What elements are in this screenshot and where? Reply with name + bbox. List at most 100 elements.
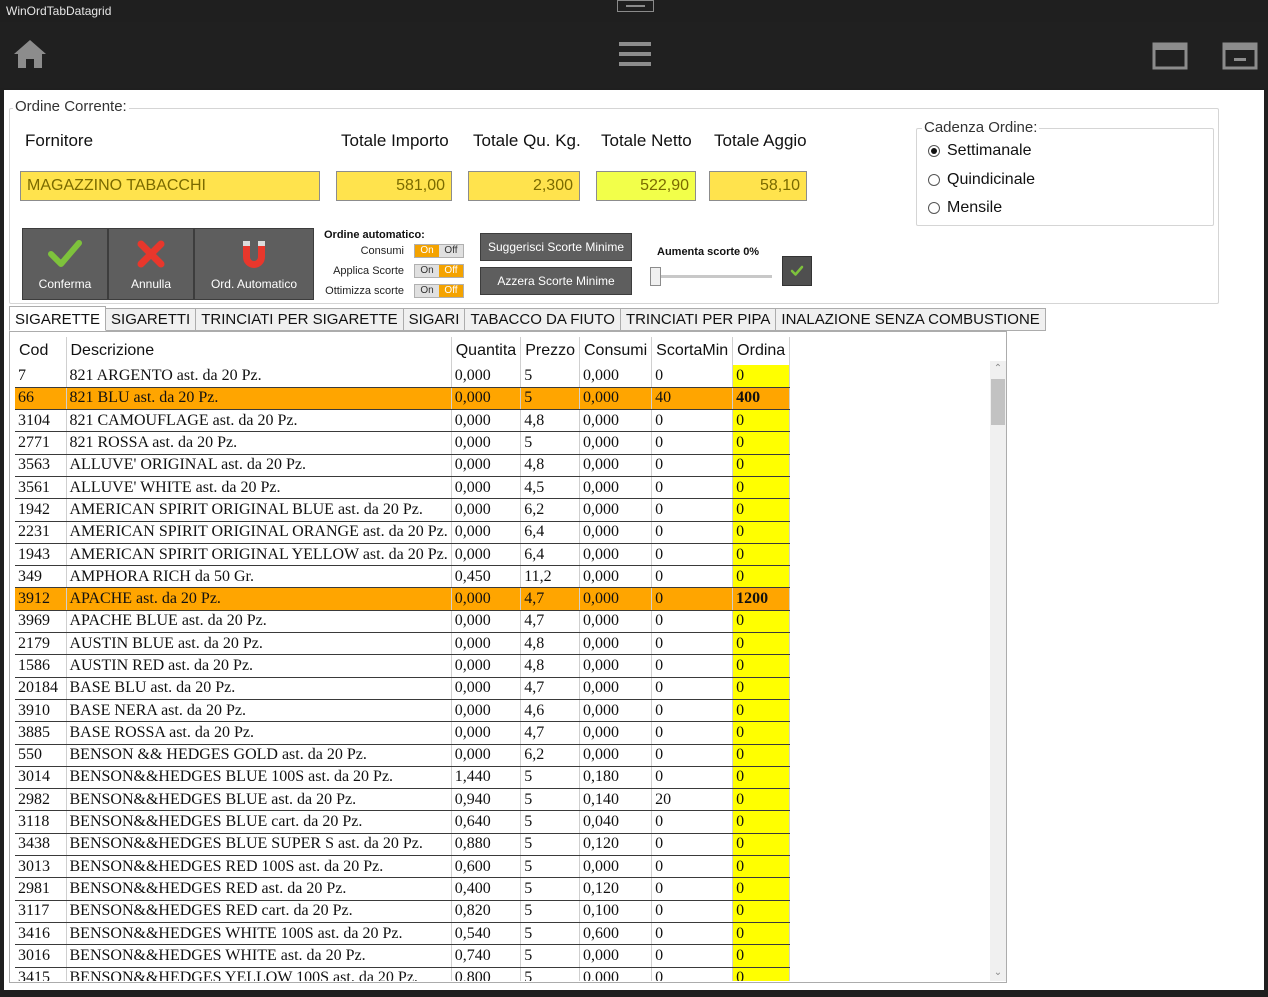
table-row[interactable]: 550 BENSON && HEDGES GOLD ast. da 20 Pz. 0… bbox=[15, 744, 791, 767]
cell-ordina[interactable]: 0 bbox=[732, 454, 791, 477]
cell-ordina[interactable]: 0 bbox=[732, 521, 791, 544]
grid-scrollbar[interactable]: ⌃ ⌄ bbox=[990, 361, 1006, 981]
table-row[interactable]: 3415 BENSON&&HEDGES YELLOW 100S ast. da 2… bbox=[15, 967, 791, 981]
table-row[interactable]: 2179 AUSTIN BLUE ast. da 20 Pz. 0,000 4,8 0,… bbox=[15, 632, 791, 656]
table-row[interactable]: 349 AMPHORA RICH da 50 Gr. 0,450 11,2 0,000 0… bbox=[15, 565, 791, 589]
totale-netto-field[interactable]: 522,90 bbox=[596, 171, 696, 201]
drag-handle-icon[interactable] bbox=[617, 0, 654, 12]
totale-aggio-field[interactable]: 58,10 bbox=[709, 171, 807, 201]
cell-ordina[interactable]: 0 bbox=[732, 922, 791, 946]
cell-ordina[interactable]: 0 bbox=[732, 610, 791, 634]
totale-qu-field[interactable]: 2,300 bbox=[468, 171, 580, 201]
table-row[interactable]: 3416 BENSON&&HEDGES WHITE 100S ast. da 20… bbox=[15, 922, 791, 946]
minimize-icon[interactable] bbox=[1222, 42, 1258, 70]
cell-ordina[interactable]: 0 bbox=[732, 877, 791, 901]
col-cod-header[interactable]: Cod bbox=[15, 337, 67, 365]
col-consumi-header[interactable]: Consumi bbox=[579, 337, 653, 365]
table-row[interactable]: 3438 BENSON&&HEDGES BLUE SUPER S ast. da … bbox=[15, 833, 791, 857]
cell-ordina[interactable]: 0 bbox=[732, 944, 791, 968]
tab-sigaretti[interactable]: SIGARETTI bbox=[106, 308, 197, 331]
cell-ordina[interactable]: 1200 bbox=[732, 587, 791, 611]
cell-ordina[interactable]: 0 bbox=[732, 967, 791, 981]
table-row[interactable]: 20184 BASE BLU ast. da 20 Pz. 0,000 4,7 0,00… bbox=[15, 677, 791, 700]
table-row[interactable]: 3117 BENSON&&HEDGES RED cart. da 20 Pz. 0,… bbox=[15, 900, 791, 923]
apply-aumenta-button[interactable] bbox=[782, 256, 812, 286]
cell-ordina[interactable]: 0 bbox=[732, 632, 791, 656]
conferma-button[interactable]: Conferma bbox=[22, 228, 108, 300]
table-row[interactable]: 3016 BENSON&&HEDGES WHITE ast. da 20 Pz. 0… bbox=[15, 944, 791, 968]
tab-sigari[interactable]: SIGARI bbox=[403, 308, 466, 331]
cell-ordina[interactable]: 0 bbox=[732, 431, 791, 455]
cell-ordina[interactable]: 0 bbox=[732, 543, 791, 567]
cell-ordina[interactable]: 0 bbox=[732, 365, 791, 388]
table-row[interactable]: 3885 BASE ROSSA ast. da 20 Pz. 0,000 4,7 0,0… bbox=[15, 721, 791, 745]
consumi-toggle[interactable]: On Off bbox=[414, 244, 464, 258]
cell-ordina[interactable]: 0 bbox=[732, 721, 791, 745]
table-row[interactable]: 2982 BENSON&&HEDGES BLUE ast. da 20 Pz. 0,… bbox=[15, 788, 791, 812]
table-row[interactable]: 66 821 BLU ast. da 20 Pz. 0,000 5 0,000 40 400 bbox=[15, 387, 791, 411]
suggerisci-scorte-button[interactable]: Suggerisci Scorte Minime bbox=[480, 233, 632, 261]
col-descrizione-header[interactable]: Descrizione bbox=[66, 337, 452, 365]
radio-mensile[interactable]: Mensile bbox=[928, 199, 1002, 217]
cell-ordina[interactable]: 0 bbox=[732, 498, 791, 522]
totale-importo-field[interactable]: 581,00 bbox=[336, 171, 452, 201]
table-row[interactable]: 3014 BENSON&&HEDGES BLUE 100S ast. da 20 … bbox=[15, 766, 791, 790]
tab-trinciati-per-pipa[interactable]: TRINCIATI PER PIPA bbox=[620, 308, 777, 331]
radio-quindicinale[interactable]: Quindicinale bbox=[928, 171, 1035, 189]
cell-ordina[interactable]: 0 bbox=[732, 677, 791, 700]
tab-sigarette[interactable]: SIGARETTE bbox=[9, 306, 107, 331]
fornitore-field[interactable]: MAGAZZINO TABACCHI bbox=[20, 171, 320, 201]
table-row[interactable]: 3118 BENSON&&HEDGES BLUE cart. da 20 Pz. 0… bbox=[15, 810, 791, 834]
col-scortamin-header[interactable]: ScortaMin bbox=[651, 337, 734, 365]
tab-trinciati-per-sigarette[interactable]: TRINCIATI PER SIGARETTE bbox=[196, 308, 404, 331]
cell-consumi: 0,120 bbox=[579, 833, 653, 857]
ottimizza-scorte-toggle[interactable]: On Off bbox=[414, 284, 464, 298]
table-row[interactable]: 3013 BENSON&&HEDGES RED 100S ast. da 20 P… bbox=[15, 855, 791, 879]
cell-ordina[interactable]: 0 bbox=[732, 833, 791, 857]
cell-ordina[interactable]: 0 bbox=[732, 900, 791, 923]
table-row[interactable]: 1942 AMERICAN SPIRIT ORIGINAL BLUE ast. d… bbox=[15, 498, 791, 522]
tab-inalazione-senza-combustione[interactable]: INALAZIONE SENZA COMBUSTIONE bbox=[776, 308, 1046, 331]
cell-ordina[interactable]: 0 bbox=[732, 788, 791, 812]
annulla-button[interactable]: Annulla bbox=[108, 228, 194, 300]
scroll-up-icon[interactable]: ⌃ bbox=[993, 364, 1003, 374]
tab-tabacco-da-fiuto[interactable]: TABACCO DA FIUTO bbox=[465, 308, 621, 331]
hamburger-menu-icon[interactable] bbox=[617, 40, 653, 68]
table-row[interactable]: 3912 APACHE ast. da 20 Pz. 0,000 4,7 0,000 0 1… bbox=[15, 587, 791, 611]
table-row[interactable]: 3969 APACHE BLUE ast. da 20 Pz. 0,000 4,7 0,… bbox=[15, 610, 791, 634]
table-row[interactable]: 3910 BASE NERA ast. da 20 Pz. 0,000 4,6 0,00… bbox=[15, 699, 791, 723]
cell-ordina[interactable]: 0 bbox=[732, 699, 791, 723]
ord-automatico-button[interactable]: Ord. Automatico bbox=[194, 228, 314, 300]
table-row[interactable]: 1586 AUSTIN RED ast. da 20 Pz. 0,000 4,8 0,0… bbox=[15, 654, 791, 678]
aumenta-scorte-slider-thumb[interactable] bbox=[650, 267, 661, 286]
cell-ordina[interactable]: 0 bbox=[732, 565, 791, 589]
col-prezzo-header[interactable]: Prezzo bbox=[520, 337, 580, 365]
home-icon[interactable] bbox=[12, 38, 48, 70]
table-row[interactable]: 3104 821 CAMOUFLAGE ast. da 20 Pz. 0,000 4,… bbox=[15, 409, 791, 433]
cell-ordina[interactable]: 0 bbox=[732, 810, 791, 834]
cell-ordina[interactable]: 0 bbox=[732, 855, 791, 879]
col-quantita-header[interactable]: Quantita bbox=[451, 337, 522, 365]
cell-ordina[interactable]: 0 bbox=[732, 744, 791, 767]
cell-ordina[interactable]: 0 bbox=[732, 766, 791, 790]
cell-ordina[interactable]: 400 bbox=[732, 387, 791, 411]
table-row[interactable]: 3561 ALLUVE' WHITE ast. da 20 Pz. 0,000 4,5… bbox=[15, 476, 791, 500]
col-ordina-header[interactable]: Ordina bbox=[732, 337, 791, 365]
radio-settimanale[interactable]: Settimanale bbox=[928, 142, 1032, 160]
table-row[interactable]: 2231 AMERICAN SPIRIT ORIGINAL ORANGE ast.… bbox=[15, 521, 791, 544]
azzera-scorte-button[interactable]: Azzera Scorte Minime bbox=[480, 267, 632, 295]
table-row[interactable]: 1943 AMERICAN SPIRIT ORIGINAL YELLOW ast.… bbox=[15, 543, 791, 567]
maximize-icon[interactable] bbox=[1152, 42, 1188, 70]
table-row[interactable]: 2771 821 ROSSA ast. da 20 Pz. 0,000 5 0,000 0… bbox=[15, 431, 791, 455]
table-row[interactable]: 3563 ALLUVE' ORIGINAL ast. da 20 Pz. 0,000… bbox=[15, 454, 791, 477]
cell-ordina[interactable]: 0 bbox=[732, 654, 791, 678]
scrollbar-thumb[interactable] bbox=[991, 379, 1005, 425]
scroll-down-icon[interactable]: ⌄ bbox=[993, 968, 1003, 978]
cell-ordina[interactable]: 0 bbox=[732, 476, 791, 500]
table-row[interactable]: 7 821 ARGENTO ast. da 20 Pz. 0,000 5 0,000 0 0 bbox=[15, 365, 791, 388]
table-row[interactable]: 2981 BENSON&&HEDGES RED ast. da 20 Pz. 0,4… bbox=[15, 877, 791, 901]
aumenta-scorte-slider-track[interactable] bbox=[652, 275, 772, 278]
cell-ordina[interactable]: 0 bbox=[732, 409, 791, 433]
cell-prezzo: 5 bbox=[520, 810, 580, 834]
applica-scorte-toggle[interactable]: On Off bbox=[414, 264, 464, 278]
